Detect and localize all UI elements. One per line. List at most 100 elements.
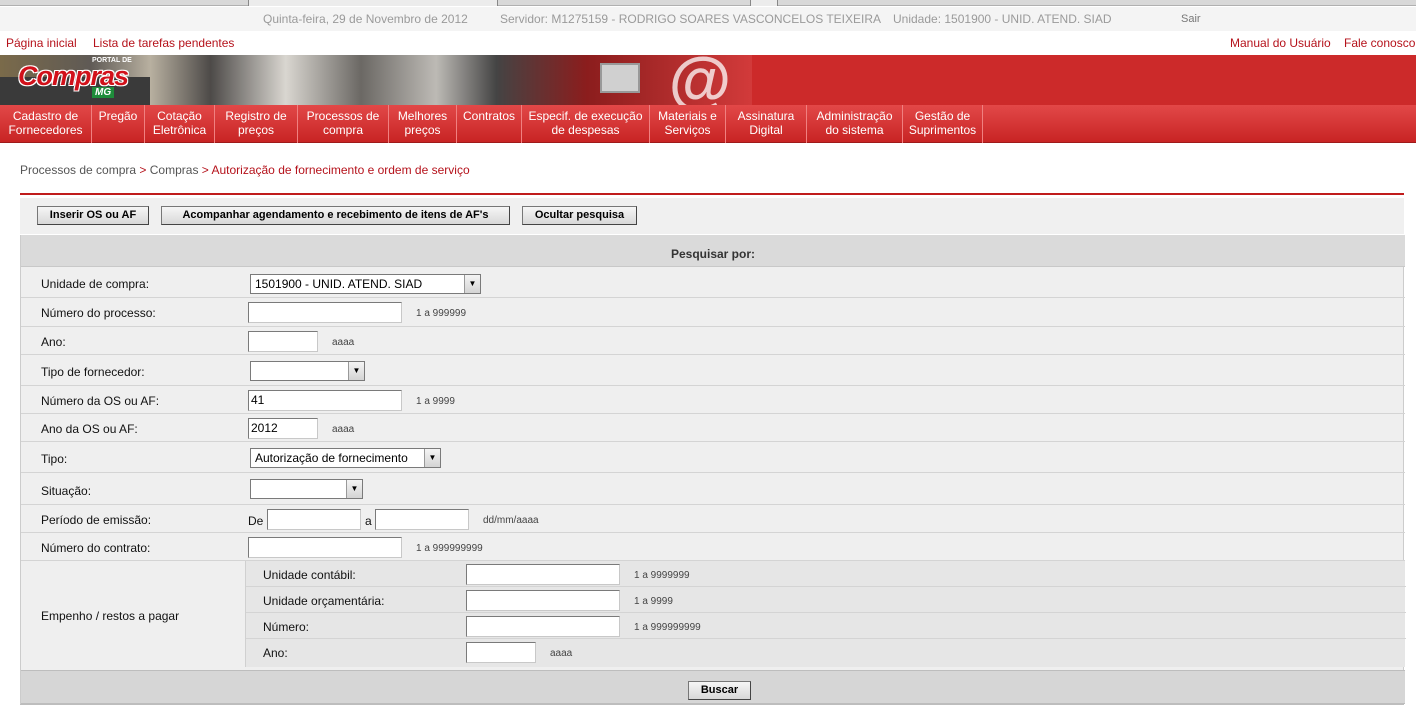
menu-line1: Assinatura	[737, 109, 795, 123]
compras-mg-logo[interactable]: PORTAL DE Compras MG	[8, 57, 144, 101]
menu-line1: Processos de	[306, 109, 380, 123]
periodo-from-input[interactable]	[267, 509, 361, 530]
menu-line1: Administração	[816, 109, 893, 123]
situacao-select[interactable]: ▼	[250, 479, 363, 499]
tipo-label: Tipo:	[41, 452, 68, 466]
browser-tab[interactable]	[750, 0, 778, 6]
toolbar: Inserir OS ou AF Acompanhar agendamento …	[20, 198, 1404, 234]
menu-contratos[interactable]: Contratos	[457, 105, 522, 143]
browser-tab[interactable]	[248, 0, 498, 6]
menu-registro-precos[interactable]: Registro de preços	[215, 105, 298, 143]
menu-materiais-servicos[interactable]: Materiais e Serviços	[650, 105, 726, 143]
unidade-orcamentaria-input[interactable]	[466, 590, 620, 611]
row-unidade-compra: Unidade de compra: 1501900 - UNID. ATEND…	[21, 268, 1405, 298]
ano-label: Ano:	[41, 335, 66, 349]
track-scheduling-button[interactable]: Acompanhar agendamento e recebimento de …	[161, 206, 510, 225]
menu-assinatura-digital[interactable]: Assinatura Digital	[726, 105, 807, 143]
numero-empenho-label: Número:	[263, 620, 310, 634]
unidade-contabil-hint: 1 a 9999999	[634, 570, 690, 581]
ano-os-af-input[interactable]: 2012	[248, 418, 318, 439]
empenho-subform: Unidade contábil: 1 a 9999999 Unidade or…	[245, 561, 1406, 667]
numero-processo-hint: 1 a 999999	[416, 308, 467, 319]
contact-link[interactable]: Fale conosco	[1344, 36, 1415, 50]
logout-link[interactable]: Sair	[1181, 13, 1201, 25]
menu-line2: do sistema	[825, 123, 884, 137]
insert-os-af-button[interactable]: Inserir OS ou AF	[37, 206, 149, 225]
unidade-contabil-input[interactable]	[466, 564, 620, 585]
menu-line1: Gestão de	[914, 109, 971, 123]
tipo-fornecedor-label: Tipo de fornecedor:	[41, 365, 145, 379]
breadcrumb-separator: >	[201, 163, 209, 177]
menu-line2: preços	[404, 123, 441, 137]
numero-contrato-label: Número do contrato:	[41, 541, 151, 555]
tipo-fornecedor-select[interactable]: ▼	[250, 361, 365, 381]
unidade-contabil-label: Unidade contábil:	[263, 568, 356, 582]
menu-melhores-precos[interactable]: Melhores preços	[389, 105, 457, 143]
menu-especif-execucao-despesas[interactable]: Especif. de execução de despesas	[522, 105, 650, 143]
row-unidade-orcamentaria: Unidade orçamentária: 1 a 9999	[246, 587, 1406, 613]
menu-line2: de despesas	[551, 123, 620, 137]
ano-hint: aaaa	[332, 337, 355, 348]
numero-contrato-input[interactable]	[248, 537, 402, 558]
tipo-value: Autorização de fornecimento	[255, 451, 408, 465]
tipo-select[interactable]: Autorização de fornecimento ▼	[250, 448, 441, 468]
menu-cotacao-eletronica[interactable]: Cotação Eletrônica	[145, 105, 215, 143]
chevron-down-icon[interactable]: ▼	[464, 275, 480, 293]
at-sign-icon: @	[668, 44, 732, 116]
row-unidade-contabil: Unidade contábil: 1 a 9999999	[246, 561, 1406, 587]
periodo-to-input[interactable]	[375, 509, 469, 530]
pending-tasks-link[interactable]: Lista de tarefas pendentes	[93, 36, 234, 50]
info-bar: Quinta-feira, 29 de Novembro de 2012 Ser…	[0, 7, 1416, 31]
row-numero-contrato: Número do contrato: 1 a 999999999	[21, 533, 1405, 561]
divider	[20, 193, 1404, 195]
breadcrumb: Processos de compra > Compras > Autoriza…	[20, 163, 470, 177]
row-numero-processo: Número do processo: 1 a 999999	[21, 298, 1405, 327]
menu-gestao-suprimentos[interactable]: Gestão de Suprimentos	[903, 105, 983, 143]
menu-line2: Digital	[749, 123, 783, 137]
chevron-down-icon[interactable]: ▼	[346, 480, 362, 498]
server-info: Servidor: M1275159 - RODRIGO SOARES VASC…	[500, 12, 882, 26]
menu-pregao[interactable]: Pregão	[92, 105, 145, 143]
numero-empenho-input[interactable]	[466, 616, 620, 637]
menu-processos-compra[interactable]: Processos de compra	[298, 105, 389, 143]
menu-line1: Cotação	[157, 109, 202, 123]
menu-line1: Registro de	[225, 109, 287, 123]
breadcrumb-compras[interactable]: Compras	[150, 163, 199, 177]
unidade-compra-select[interactable]: 1501900 - UNID. ATEND. SIAD ▼	[250, 274, 481, 294]
browser-tab-strip	[0, 0, 1416, 6]
row-tipo-fornecedor: Tipo de fornecedor: ▼	[21, 355, 1405, 386]
hide-search-button[interactable]: Ocultar pesquisa	[522, 206, 637, 225]
user-manual-link[interactable]: Manual do Usuário	[1230, 36, 1331, 50]
unidade-orcamentaria-hint: 1 a 9999	[634, 596, 673, 607]
chevron-down-icon[interactable]: ▼	[424, 449, 440, 467]
numero-contrato-hint: 1 a 999999999	[416, 543, 483, 554]
numero-processo-input[interactable]	[248, 302, 402, 323]
row-situacao: Situação: ▼	[21, 473, 1405, 505]
menu-line1: Materiais e	[658, 109, 717, 123]
numero-os-af-input[interactable]: 41	[248, 390, 402, 411]
chevron-down-icon[interactable]: ▼	[348, 362, 364, 380]
breadcrumb-processos[interactable]: Processos de compra	[20, 163, 136, 177]
periodo-emissao-label: Período de emissão:	[41, 513, 152, 527]
search-button[interactable]: Buscar	[688, 681, 751, 700]
row-ano: Ano: aaaa	[21, 327, 1405, 355]
menu-line1: Especif. de execução	[528, 109, 643, 123]
menu-administracao-sistema[interactable]: Administração do sistema	[807, 105, 903, 143]
breadcrumb-separator: >	[139, 163, 147, 177]
menu-line1: Cadastro de	[12, 109, 79, 123]
numero-os-af-label: Número da OS ou AF:	[41, 394, 160, 408]
menu-cadastro-fornecedores[interactable]: Cadastro de Fornecedores	[0, 105, 92, 143]
logo-state-text: MG	[92, 87, 115, 98]
unidade-compra-label: Unidade de compra:	[41, 277, 150, 291]
numero-empenho-hint: 1 a 999999999	[634, 622, 701, 633]
ano-empenho-input[interactable]	[466, 642, 536, 663]
situacao-label: Situação:	[41, 484, 92, 498]
home-link[interactable]: Página inicial	[6, 36, 77, 50]
row-numero-empenho: Número: 1 a 999999999	[246, 613, 1406, 639]
ano-input[interactable]	[248, 331, 318, 352]
ano-empenho-label: Ano:	[263, 646, 288, 660]
empenho-label: Empenho / restos a pagar	[41, 609, 180, 623]
page-bottom-border	[20, 704, 1404, 714]
ano-os-af-label: Ano da OS ou AF:	[41, 422, 138, 436]
menu-line1: Contratos	[462, 109, 516, 123]
